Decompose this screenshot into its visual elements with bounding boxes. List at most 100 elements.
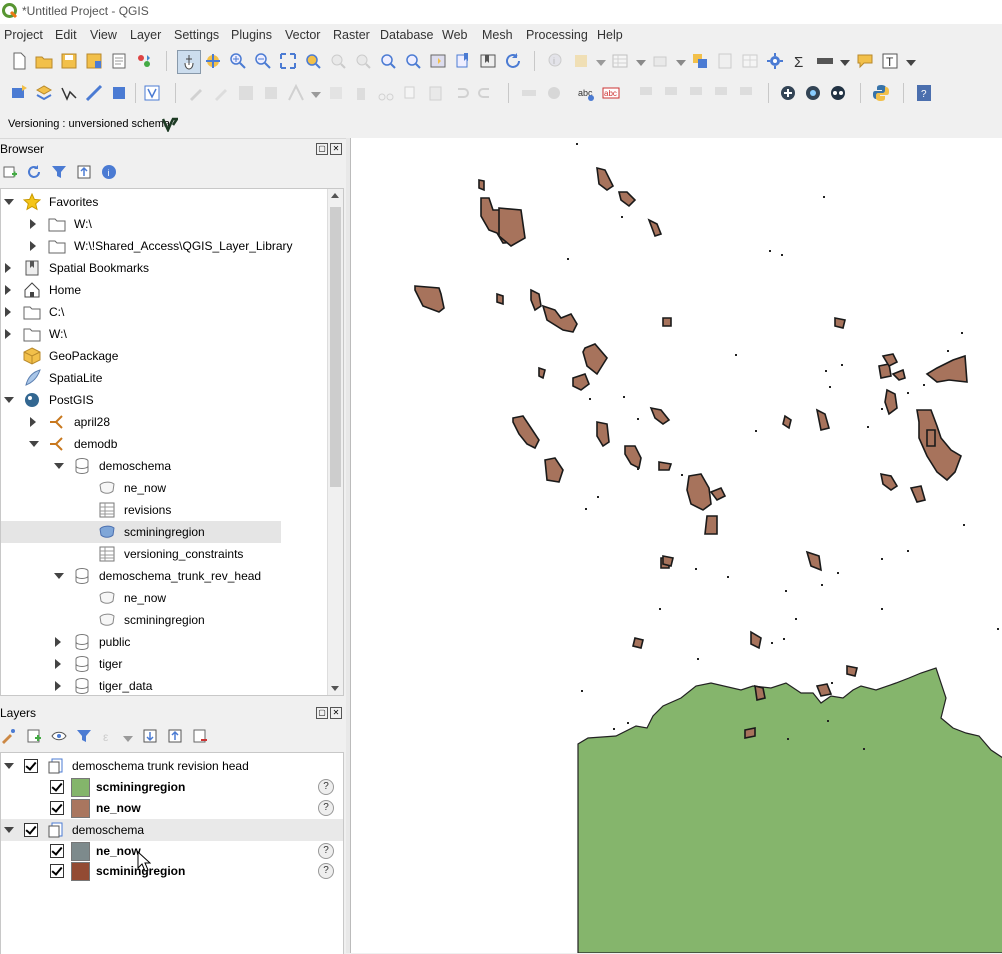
select-features-icon[interactable] [572,52,590,70]
layer-symbol-swatch[interactable] [71,799,90,818]
filter-legend-icon[interactable] [76,728,92,744]
expand-arrow-icon[interactable] [5,263,11,273]
show-bookmarks-icon[interactable] [479,52,497,70]
print-layout-icon[interactable] [110,52,128,70]
scroll-down-icon[interactable] [331,686,339,691]
add-feature-icon[interactable] [262,84,280,102]
filter-browser-icon[interactable] [51,164,67,180]
remove-layer-icon[interactable] [192,728,208,744]
show-hide-labels-icon[interactable] [662,84,680,102]
layer-help-icon[interactable]: ? [318,843,334,859]
group-visibility-checkbox[interactable] [24,823,38,837]
pin-labels-icon[interactable] [637,84,655,102]
browser-item[interactable]: C:\ [1,301,281,323]
processing-toolbox-icon[interactable] [766,52,784,70]
zoom-last-icon[interactable] [379,52,397,70]
digitize-line-icon[interactable] [85,84,103,102]
zoom-out-icon[interactable] [254,52,272,70]
add-group-icon[interactable] [26,728,42,744]
browser-item[interactable]: demodb [1,433,281,455]
close-layers-panel-icon[interactable]: ✕ [330,707,342,719]
menu-mesh[interactable]: Mesh [482,28,513,42]
browser-item[interactable]: W:\ [1,213,281,235]
menu-edit[interactable]: Edit [55,28,77,42]
help-contents-icon[interactable]: ? [915,84,933,102]
mining-region-feature[interactable] [596,421,610,448]
mining-region-feature[interactable] [846,665,858,677]
add-selected-layers-icon[interactable] [2,164,18,180]
expand-arrow-icon[interactable] [30,219,36,229]
save-project-icon[interactable] [60,52,78,70]
layer-visibility-checkbox[interactable] [50,864,64,878]
mining-region-feature[interactable] [750,630,762,650]
layer-help-icon[interactable]: ? [318,800,334,816]
browser-scroll-thumb[interactable] [330,207,341,487]
diagram-icon[interactable] [545,84,563,102]
save-as-icon[interactable] [85,52,103,70]
change-label-icon[interactable] [737,84,755,102]
float-layers-panel-icon[interactable]: ▢ [316,707,328,719]
expand-all-icon[interactable] [142,728,158,744]
mining-region-feature[interactable] [538,366,546,380]
filter-expression-icon[interactable]: ε [101,728,117,744]
measure-dropdown-icon[interactable] [676,60,686,66]
select-dropdown-icon[interactable] [596,60,606,66]
collapse-arrow-icon[interactable] [4,397,14,403]
browser-item[interactable]: scminingregion [1,609,281,631]
browser-item[interactable]: scminingregion [1,521,281,543]
pan-to-selection-icon[interactable] [204,52,222,70]
layer-visibility-checkbox[interactable] [50,801,64,815]
measure-line-icon[interactable] [816,52,834,70]
browser-item[interactable]: public [1,631,281,653]
mining-region-feature[interactable] [496,292,504,306]
close-panel-icon[interactable]: ✕ [330,143,342,155]
mining-region-feature[interactable] [658,461,673,471]
mining-region-feature[interactable] [815,683,833,697]
mining-region-feature[interactable] [414,285,445,313]
menu-raster[interactable]: Raster [333,28,370,42]
layer-row[interactable]: ne_now ? [1,797,343,819]
mining-region-feature[interactable] [632,637,644,649]
annotation-dropdown-icon[interactable] [906,60,916,66]
layer-labeling-icon[interactable]: abc [577,84,595,102]
text-annotation-icon[interactable]: T [881,52,899,70]
mining-region-feature[interactable] [815,408,830,431]
rule-labeling-icon[interactable]: abc [602,84,620,102]
mining-region-feature[interactable] [879,472,899,491]
menu-layer[interactable]: Layer [130,28,161,42]
expand-arrow-icon[interactable] [5,285,11,295]
pan-map-icon[interactable] [177,50,201,74]
refresh-browser-icon[interactable] [26,164,42,180]
browser-item[interactable]: PostGIS [1,389,281,411]
layer-symbol-swatch[interactable] [71,862,90,881]
collapse-layers-icon[interactable] [167,728,183,744]
vertex-tool-icon[interactable] [287,84,305,102]
group-visibility-checkbox[interactable] [24,759,38,773]
mining-region-feature[interactable] [925,354,968,383]
zoom-full-icon[interactable] [279,52,297,70]
scroll-up-icon[interactable] [331,193,339,198]
float-panel-icon[interactable]: ▢ [316,143,328,155]
mining-region-feature[interactable] [647,218,663,238]
layer-row[interactable]: ne_now ? [1,840,343,862]
mining-region-feature[interactable] [530,288,542,312]
versioning-view-icon[interactable] [829,84,847,102]
mining-region-feature[interactable] [704,515,718,535]
collapse-group-icon[interactable] [4,763,14,769]
layer-row[interactable]: scminingregion ? [1,860,343,882]
collapse-arrow-icon[interactable] [54,573,64,579]
menu-view[interactable]: View [90,28,117,42]
manage-visibility-icon[interactable] [51,728,67,744]
menu-processing[interactable]: Processing [526,28,588,42]
deselect-features-icon[interactable] [691,52,709,70]
statistics-icon[interactable] [741,52,759,70]
versioning-logo-icon[interactable] [162,116,178,132]
mining-region-feature[interactable] [596,166,615,191]
browser-item[interactable]: SpatiaLite [1,367,281,389]
browser-item[interactable]: ne_now [1,477,281,499]
expand-arrow-icon[interactable] [55,637,61,647]
browser-item[interactable]: tiger [1,653,281,675]
menu-database[interactable]: Database [380,28,434,42]
mining-region-feature[interactable] [754,684,766,701]
zoom-to-layer-icon[interactable] [329,52,347,70]
